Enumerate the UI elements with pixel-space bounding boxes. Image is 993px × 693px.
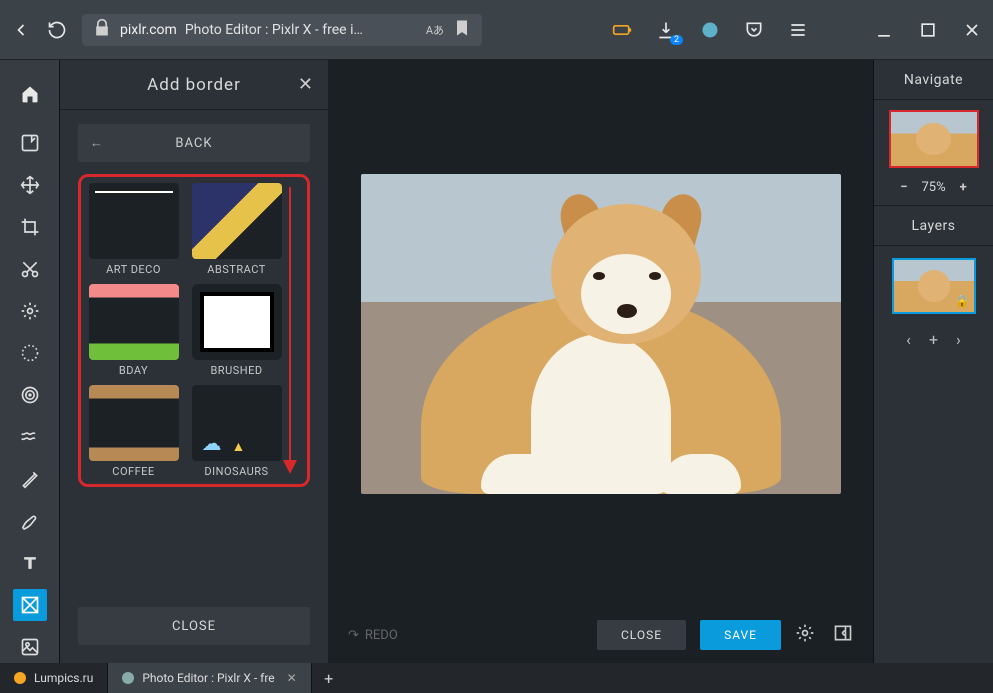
scroll-hint-arrow — [281, 187, 299, 474]
browser-tab[interactable]: Lumpics.ru — [0, 663, 108, 693]
tool-retouch-icon[interactable] — [13, 463, 47, 495]
browser-tab[interactable]: Photo Editor : Pixlr X - fre ✕ — [108, 663, 311, 693]
panel-title: Add border — [147, 75, 241, 95]
side-panel: Add border ✕ ← BACK ART DECO ABSTRACT — [60, 60, 328, 663]
favicon — [14, 672, 26, 684]
border-option-bday[interactable]: BDAY — [87, 284, 180, 377]
battery-icon — [611, 19, 633, 41]
layer-thumbnail[interactable]: 🔒 — [892, 258, 976, 314]
layer-next-icon[interactable]: › — [956, 330, 961, 349]
window-close-icon[interactable] — [961, 19, 983, 41]
download-badge: 2 — [670, 35, 683, 45]
border-label: DINOSAURS — [204, 465, 268, 478]
tab-label: Lumpics.ru — [34, 671, 93, 685]
border-label: ART DECO — [106, 263, 161, 276]
home-icon[interactable] — [0, 70, 59, 117]
zoom-out-button[interactable]: − — [900, 180, 907, 195]
tool-element-icon[interactable] — [13, 631, 47, 663]
layers-header: Layers — [874, 206, 993, 246]
reload-icon[interactable] — [46, 19, 68, 41]
border-preview — [89, 183, 179, 259]
border-preview — [89, 284, 179, 360]
border-preview — [192, 284, 282, 360]
back-label: BACK — [175, 136, 212, 151]
border-option-art-deco[interactable]: ART DECO — [87, 183, 180, 276]
border-label: COFFEE — [112, 465, 154, 478]
redo-label: REDO — [365, 628, 398, 643]
border-option-abstract[interactable]: ABSTRACT — [190, 183, 283, 276]
save-label: SAVE — [724, 628, 757, 642]
translate-icon[interactable]: Aあ — [426, 22, 444, 38]
tool-draw-icon[interactable] — [13, 505, 47, 537]
border-preview — [192, 183, 282, 259]
menu-icon[interactable] — [787, 19, 809, 41]
border-grid-highlight: ART DECO ABSTRACT BDAY BRUSHED — [78, 174, 310, 487]
toggle-panels-icon[interactable] — [833, 623, 853, 647]
canvas-viewport[interactable] — [328, 60, 873, 607]
zoom-in-button[interactable]: + — [960, 180, 967, 195]
bookmark-icon[interactable] — [452, 18, 472, 42]
canvas-close-label: CLOSE — [621, 628, 662, 642]
layer-lock-icon: 🔒 — [955, 294, 970, 308]
favicon — [122, 672, 134, 684]
border-label: ABSTRACT — [207, 263, 266, 276]
pocket-icon[interactable] — [743, 19, 765, 41]
redo-icon: ↷ — [348, 628, 359, 643]
tool-cut-icon[interactable] — [13, 253, 47, 285]
lock-icon — [92, 18, 112, 42]
navigate-header: Navigate — [874, 60, 993, 100]
border-preview — [89, 385, 179, 461]
layer-controls: ‹ + › — [874, 322, 993, 357]
maximize-icon[interactable] — [917, 19, 939, 41]
border-option-brushed[interactable]: BRUSHED — [190, 284, 283, 377]
settings-icon[interactable] — [795, 623, 815, 647]
canvas-area: ↷ REDO CLOSE SAVE — [328, 60, 873, 663]
tool-liquify-icon[interactable] — [13, 421, 47, 453]
profile-icon[interactable] — [699, 19, 721, 41]
border-preview — [192, 385, 282, 461]
tool-text-icon[interactable] — [13, 547, 47, 579]
url-host: pixlr.com — [120, 22, 177, 38]
download-icon[interactable]: 2 — [655, 19, 677, 41]
border-option-coffee[interactable]: COFFEE — [87, 385, 180, 478]
panel-header: Add border ✕ — [60, 60, 328, 110]
back-arrow-icon: ← — [90, 135, 104, 151]
tool-adjust-icon[interactable] — [13, 295, 47, 327]
tool-arrange-icon[interactable] — [13, 169, 47, 201]
border-label: BDAY — [119, 364, 148, 377]
redo-button[interactable]: ↷ REDO — [348, 628, 398, 643]
tab-close-icon[interactable]: ✕ — [287, 671, 297, 685]
new-tab-button[interactable]: + — [312, 663, 346, 693]
layer-add-icon[interactable]: + — [929, 330, 938, 349]
canvas-toolbar: ↷ REDO CLOSE SAVE — [328, 607, 873, 663]
tab-label: Photo Editor : Pixlr X - fre — [142, 671, 274, 685]
app-shell: Add border ✕ ← BACK ART DECO ABSTRACT — [0, 60, 993, 663]
navigate-thumbnail[interactable] — [889, 110, 979, 168]
tool-crop-icon[interactable] — [13, 211, 47, 243]
tool-open-icon[interactable] — [13, 127, 47, 159]
close-label: CLOSE — [172, 619, 216, 634]
tool-border-icon[interactable] — [13, 589, 47, 621]
url-box[interactable]: pixlr.com Photo Editor : Pixlr X - free … — [82, 14, 482, 46]
border-option-dinosaurs[interactable]: DINOSAURS — [190, 385, 283, 478]
canvas-image — [361, 174, 841, 494]
browser-tab-bar: Lumpics.ru Photo Editor : Pixlr X - fre … — [0, 663, 993, 693]
right-sidebar: Navigate − 75% + Layers 🔒 ‹ + › — [873, 60, 993, 663]
panel-close-icon[interactable]: ✕ — [298, 74, 314, 95]
panel-close-button[interactable]: CLOSE — [78, 607, 310, 645]
minimize-icon[interactable] — [873, 19, 895, 41]
nav-back-icon[interactable] — [10, 19, 32, 41]
canvas-close-button[interactable]: CLOSE — [597, 620, 686, 650]
tool-rail — [0, 60, 60, 663]
tool-effects-icon[interactable] — [13, 379, 47, 411]
tool-filter-icon[interactable] — [13, 337, 47, 369]
border-label: BRUSHED — [210, 364, 262, 377]
zoom-control: − 75% + — [874, 176, 993, 206]
save-button[interactable]: SAVE — [700, 620, 781, 650]
zoom-value: 75% — [921, 180, 945, 195]
layer-prev-icon[interactable]: ‹ — [906, 330, 911, 349]
browser-toolbar: pixlr.com Photo Editor : Pixlr X - free … — [0, 0, 993, 60]
page-title-inline: Photo Editor : Pixlr X - free i… — [185, 22, 363, 38]
back-button[interactable]: ← BACK — [78, 124, 310, 162]
